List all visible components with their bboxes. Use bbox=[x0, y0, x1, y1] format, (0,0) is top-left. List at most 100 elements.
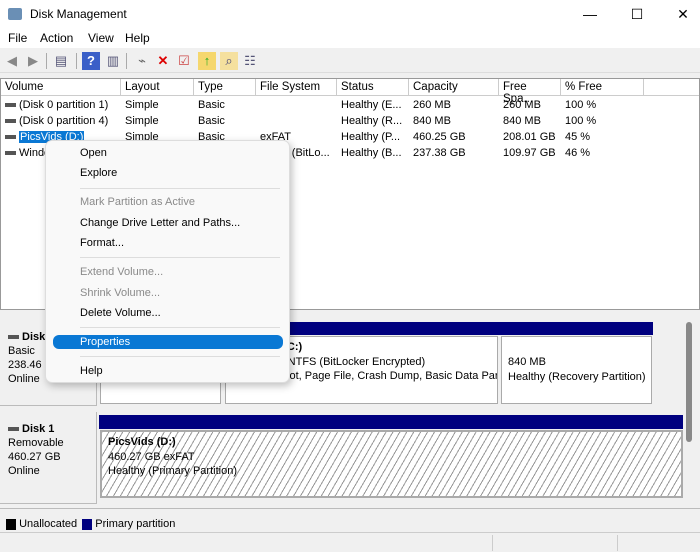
legend-unallocated: Unallocated bbox=[19, 518, 78, 530]
disk1-picsvids-partition[interactable]: PicsVids (D:) 460.27 GB exFAT Healthy (P… bbox=[100, 430, 683, 498]
volume-icon bbox=[5, 103, 16, 108]
col-file-system[interactable]: File System bbox=[256, 79, 337, 96]
disk1-type: Removable bbox=[8, 437, 64, 449]
d-partition-fs: 460.27 GB exFAT bbox=[108, 450, 195, 463]
volume-name: (Disk 0 partition 1) bbox=[19, 99, 109, 111]
cell-volume: (Disk 0 partition 4) bbox=[5, 113, 108, 129]
close-button[interactable]: ✕ bbox=[660, 0, 700, 28]
volume-name: (Disk 0 partition 4) bbox=[19, 115, 109, 127]
menu-action[interactable]: Action bbox=[40, 31, 73, 45]
cell-status: Healthy (P... bbox=[341, 131, 401, 143]
cell-type: Basic bbox=[198, 99, 225, 111]
table-row[interactable]: (Disk 0 partition 1) Simple Basic Healthy (… bbox=[1, 97, 699, 113]
cell-type: Basic bbox=[198, 115, 225, 127]
menu-item-shrink: Shrink Volume... bbox=[80, 287, 161, 299]
back-icon[interactable]: ◀ bbox=[3, 52, 21, 70]
toolbar-separator bbox=[76, 53, 77, 69]
cell-status: Healthy (R... bbox=[341, 115, 403, 127]
cell-percent-free: 46 % bbox=[565, 147, 591, 159]
menu-item-properties[interactable]: Properties bbox=[53, 335, 283, 349]
properties-check-icon[interactable]: ☑ bbox=[175, 52, 193, 70]
recovery-size: 840 MB bbox=[508, 356, 546, 368]
cell-free-space: 109.97 GB bbox=[503, 147, 556, 159]
menu-file[interactable]: File bbox=[8, 31, 27, 45]
cell-layout: Simple bbox=[125, 99, 159, 111]
col-percent-free[interactable]: % Free bbox=[561, 79, 644, 96]
cell-status: Healthy (E... bbox=[341, 99, 402, 111]
cell-free-space: 208.01 GB bbox=[503, 131, 556, 143]
cell-status: Healthy (B... bbox=[341, 147, 402, 159]
cell-percent-free: 100 % bbox=[565, 115, 597, 127]
help-icon[interactable]: ? bbox=[82, 52, 100, 70]
menu-separator bbox=[80, 327, 280, 328]
menu-item-change-drive-letter[interactable]: Change Drive Letter and Paths... bbox=[80, 215, 240, 231]
app-icon bbox=[8, 8, 22, 20]
col-blank bbox=[644, 79, 699, 96]
cell-percent-free: 100 % bbox=[565, 99, 597, 111]
menu-separator bbox=[80, 257, 280, 258]
cell-percent-free: 45 % bbox=[565, 131, 591, 143]
connect-drive-icon[interactable]: ⌁ bbox=[133, 52, 151, 70]
disk1-partition-bar bbox=[99, 415, 683, 429]
disk1-status: Online bbox=[8, 465, 40, 477]
title-bar: Disk Management — ☐ ✕ bbox=[0, 0, 700, 28]
forward-icon[interactable]: ▶ bbox=[24, 52, 42, 70]
col-capacity[interactable]: Capacity bbox=[409, 79, 499, 96]
cell-layout: Simple bbox=[125, 115, 159, 127]
menu-item-delete[interactable]: Delete Volume... bbox=[80, 305, 161, 321]
status-divider bbox=[617, 535, 618, 551]
delete-icon[interactable]: ✕ bbox=[154, 52, 172, 70]
legend-primary: Primary partition bbox=[95, 518, 176, 530]
disk-icon bbox=[8, 335, 19, 340]
cell-capacity: 260 MB bbox=[413, 99, 451, 111]
window-title: Disk Management bbox=[30, 7, 127, 21]
volume-icon bbox=[5, 151, 16, 156]
menu-item-format[interactable]: Format... bbox=[80, 235, 124, 251]
col-volume[interactable]: Volume bbox=[1, 79, 121, 96]
minimize-button[interactable]: — bbox=[567, 0, 613, 28]
menu-item-open[interactable]: Open bbox=[80, 145, 107, 161]
menu-item-explore[interactable]: Explore bbox=[80, 165, 117, 181]
vertical-scrollbar[interactable] bbox=[686, 322, 692, 442]
status-divider bbox=[492, 535, 493, 551]
d-partition-name: PicsVids (D:) bbox=[108, 436, 176, 448]
show-hide-console-tree-icon[interactable]: ▤ bbox=[52, 52, 70, 70]
menu-item-extend: Extend Volume... bbox=[80, 266, 164, 278]
context-menu: Open Explore Mark Partition as Active Ch… bbox=[45, 140, 290, 383]
legend-divider bbox=[0, 508, 700, 509]
show-hide-action-pane-icon[interactable]: ▥ bbox=[104, 52, 122, 70]
rescan-folder-icon[interactable]: ↑ bbox=[198, 52, 216, 70]
maximize-button[interactable]: ☐ bbox=[614, 0, 660, 28]
disk1-label[interactable]: Disk 1 Removable 460.27 GB Online bbox=[0, 412, 97, 504]
menu-view[interactable]: View bbox=[88, 31, 114, 45]
d-partition-status: Healthy (Primary Partition) bbox=[108, 465, 237, 477]
menu-item-mark-active: Mark Partition as Active bbox=[80, 196, 195, 208]
col-free-space[interactable]: Free Spa... bbox=[499, 79, 561, 105]
toolbar-separator bbox=[46, 53, 47, 69]
menu-separator bbox=[80, 356, 280, 357]
properties-label: Properties bbox=[80, 336, 131, 348]
cell-free-space: 260 MB bbox=[503, 99, 541, 111]
cell-capacity: 840 MB bbox=[413, 115, 451, 127]
col-type[interactable]: Type bbox=[194, 79, 256, 96]
recovery-status: Healthy (Recovery Partition) bbox=[508, 370, 646, 383]
disk0-recovery-partition[interactable]: 840 MB Healthy (Recovery Partition) bbox=[501, 336, 652, 404]
search-folder-icon[interactable]: ⌕ bbox=[220, 52, 238, 70]
disk-icon bbox=[8, 427, 19, 432]
disk1-name: Disk 1 bbox=[22, 423, 55, 435]
cell-capacity: 237.38 GB bbox=[413, 147, 466, 159]
cell-volume: (Disk 0 partition 1) bbox=[5, 97, 108, 113]
menu-item-help[interactable]: Help bbox=[80, 363, 103, 379]
menu-help[interactable]: Help bbox=[125, 31, 150, 45]
table-row[interactable]: (Disk 0 partition 4) Simple Basic Healthy (… bbox=[1, 113, 699, 129]
unallocated-swatch bbox=[6, 518, 16, 530]
settings-list-icon[interactable]: ☷ bbox=[241, 52, 259, 70]
status-bar bbox=[0, 532, 700, 552]
legend: Unallocated Primary partition bbox=[6, 517, 175, 531]
cell-free-space: 840 MB bbox=[503, 115, 541, 127]
col-status[interactable]: Status bbox=[337, 79, 409, 96]
cell-capacity: 460.25 GB bbox=[413, 131, 466, 143]
primary-swatch bbox=[82, 518, 93, 530]
col-layout[interactable]: Layout bbox=[121, 79, 194, 96]
menu-separator bbox=[80, 188, 280, 189]
